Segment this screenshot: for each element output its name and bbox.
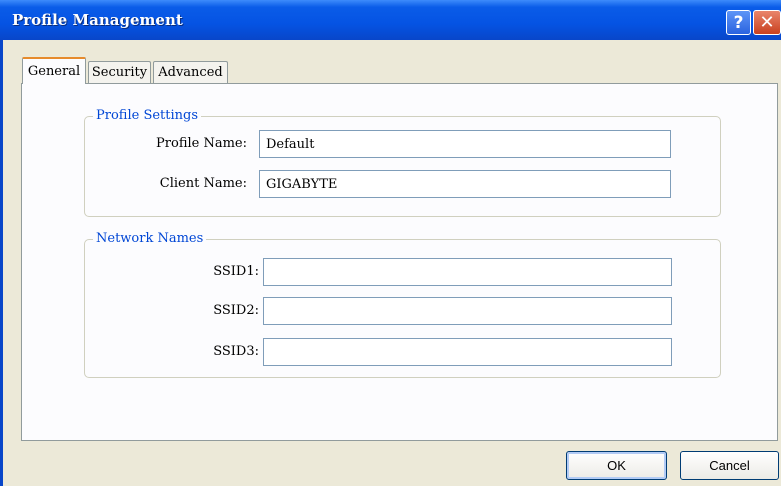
ssid1-field[interactable] [263, 258, 672, 286]
ok-button[interactable]: OK [566, 451, 667, 480]
tab-security[interactable]: Security [88, 61, 151, 83]
ssid3-label: SSID3: [213, 344, 259, 359]
tab-advanced[interactable]: Advanced [153, 61, 228, 83]
profile-settings-group: Profile Settings Profile Name: Client Na… [84, 108, 721, 217]
ssid2-label: SSID2: [213, 303, 259, 318]
close-icon[interactable]: ✕ [753, 10, 781, 35]
general-tab-panel: Profile Settings Profile Name: Client Na… [21, 83, 778, 441]
ssid3-field[interactable] [263, 338, 672, 366]
profile-settings-title: Profile Settings [93, 108, 202, 123]
ssid1-label: SSID1: [213, 264, 259, 279]
cancel-button[interactable]: Cancel [680, 451, 779, 480]
profile-name-label: Profile Name: [156, 136, 247, 151]
profile-name-field[interactable] [259, 130, 671, 158]
client-name-label: Client Name: [159, 176, 247, 191]
window-border [0, 40, 3, 486]
help-icon[interactable]: ? [726, 10, 751, 35]
profile-management-window: Profile Management ? ✕ General Security … [0, 0, 781, 486]
network-names-title: Network Names [93, 231, 207, 246]
network-names-group: Network Names SSID1: SSID2: SSID3: [84, 231, 721, 378]
window-title: Profile Management [12, 11, 183, 29]
tab-general[interactable]: General [22, 57, 86, 84]
title-bar[interactable]: Profile Management ? ✕ [0, 0, 781, 40]
client-name-field[interactable] [259, 170, 671, 198]
ssid2-field[interactable] [263, 297, 672, 325]
